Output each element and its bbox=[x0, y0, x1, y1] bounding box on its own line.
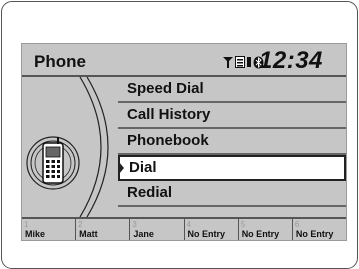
speed-dial-slot-6[interactable]: 6 No Entry bbox=[293, 219, 346, 240]
menu-item-dial[interactable]: Dial bbox=[118, 155, 346, 181]
slot-number: 3 bbox=[132, 220, 137, 229]
slot-number: 2 bbox=[78, 220, 83, 229]
slot-number: 5 bbox=[240, 220, 246, 229]
cellphone-icon bbox=[26, 136, 80, 190]
phone-graphic bbox=[26, 77, 109, 217]
speed-dial-slot-2[interactable]: 2 Matt bbox=[76, 219, 131, 240]
phone-screen: Phone 12:34 Speed Dial Call History Phon… bbox=[21, 43, 347, 241]
menu-item-redial[interactable]: Redial bbox=[118, 181, 346, 207]
selection-arrow-icon bbox=[119, 162, 124, 174]
slot-name: No Entry bbox=[295, 229, 334, 239]
phone-menu: Speed Dial Call History Phonebook Dial R… bbox=[118, 77, 346, 207]
slot-name: No Entry bbox=[187, 229, 226, 239]
page-title: Phone bbox=[34, 52, 86, 71]
slot-number: 6 bbox=[294, 220, 300, 229]
battery-icon bbox=[247, 57, 251, 67]
speed-dial-bar: 1 Mike 2 Matt 3 Jane 4 No Entry 5 No Ent… bbox=[22, 217, 346, 240]
menu-item-label: Call History bbox=[127, 106, 211, 123]
menu-item-label: Redial bbox=[127, 184, 173, 201]
menu-item-label: Phonebook bbox=[127, 132, 209, 149]
hfl-icon bbox=[235, 56, 245, 68]
menu-item-label: Speed Dial bbox=[127, 80, 204, 97]
speed-dial-slot-4[interactable]: 4 No Entry bbox=[185, 219, 239, 240]
status-indicators bbox=[222, 52, 264, 72]
speed-dial-slot-1[interactable]: 1 Mike bbox=[22, 219, 77, 240]
slot-name: No Entry bbox=[241, 229, 280, 239]
menu-item-call-history[interactable]: Call History bbox=[118, 103, 346, 129]
slot-number: 4 bbox=[186, 220, 191, 229]
menu-item-label: Dial bbox=[129, 159, 157, 176]
slot-name: Matt bbox=[79, 229, 98, 239]
menu-item-phonebook[interactable]: Phonebook bbox=[118, 129, 346, 155]
speed-dial-slot-3[interactable]: 3 Jane bbox=[130, 219, 185, 240]
clock-display: 12:34 bbox=[259, 47, 323, 74]
display-bezel: Phone 12:34 Speed Dial Call History Phon… bbox=[1, 1, 358, 269]
slot-number: 1 bbox=[24, 220, 29, 229]
slot-name: Mike bbox=[25, 229, 46, 239]
speed-dial-slot-5[interactable]: 5 No Entry bbox=[239, 219, 293, 240]
menu-item-speed-dial[interactable]: Speed Dial bbox=[118, 77, 346, 103]
signal-icon bbox=[223, 57, 233, 68]
slot-name: Jane bbox=[133, 229, 154, 239]
